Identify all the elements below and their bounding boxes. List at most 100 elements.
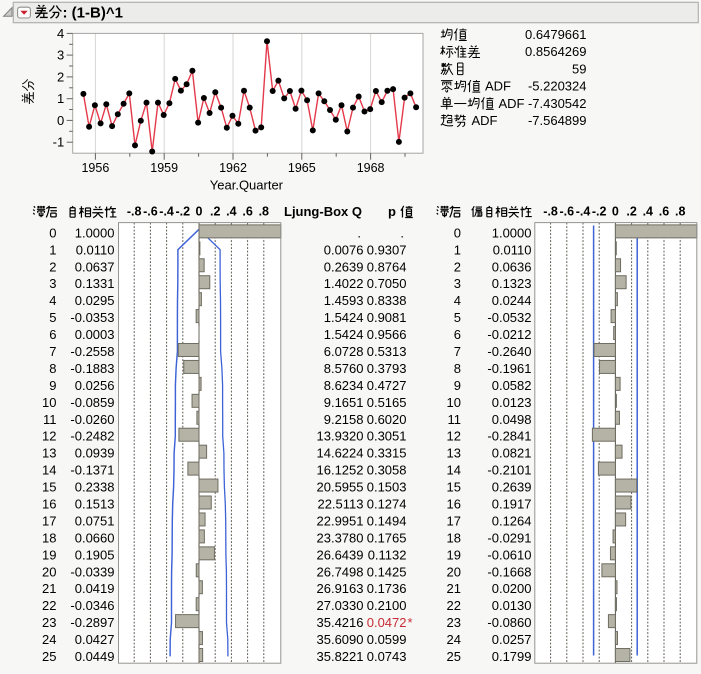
svg-text:-.2: -.2 xyxy=(592,205,607,219)
svg-text:-0.0339: -0.0339 xyxy=(70,564,114,579)
svg-text:8: 8 xyxy=(454,361,461,376)
svg-text:0.8564269: 0.8564269 xyxy=(525,44,586,59)
svg-text:-0.0610: -0.0610 xyxy=(487,547,531,562)
svg-text:23: 23 xyxy=(42,615,56,630)
svg-text:0.1331: 0.1331 xyxy=(75,276,115,291)
svg-text:0.0256: 0.0256 xyxy=(75,378,115,393)
svg-text:-.4: -.4 xyxy=(576,205,591,219)
svg-text:25: 25 xyxy=(447,649,461,664)
svg-text:0.3315: 0.3315 xyxy=(367,446,407,461)
svg-text:11: 11 xyxy=(43,412,57,427)
svg-text:0.0743: 0.0743 xyxy=(367,649,407,664)
svg-text:6.0728: 6.0728 xyxy=(324,344,364,359)
svg-text:0.0449: 0.0449 xyxy=(75,649,115,664)
svg-text:.4: .4 xyxy=(643,205,653,219)
svg-text:-0.2558: -0.2558 xyxy=(70,344,114,359)
svg-text:14: 14 xyxy=(42,463,56,478)
svg-text:5: 5 xyxy=(454,310,461,325)
svg-text:10: 10 xyxy=(42,395,56,410)
svg-text:1962: 1962 xyxy=(219,161,247,175)
svg-text:0.1264: 0.1264 xyxy=(492,514,532,529)
svg-text:35.6090: 35.6090 xyxy=(317,632,364,647)
svg-text:0.0427: 0.0427 xyxy=(75,632,115,647)
svg-text:0.1917: 0.1917 xyxy=(492,497,532,512)
svg-text:4: 4 xyxy=(49,293,56,308)
svg-text:p: p xyxy=(388,204,396,219)
svg-text:0.1736: 0.1736 xyxy=(367,581,407,596)
svg-text:22: 22 xyxy=(42,598,56,613)
svg-text:0.0130: 0.0130 xyxy=(492,598,532,613)
svg-text:.2: .2 xyxy=(626,205,636,219)
svg-text:0.4727: 0.4727 xyxy=(367,378,407,393)
svg-text:.6: .6 xyxy=(242,205,252,219)
svg-text:0.3793: 0.3793 xyxy=(367,361,407,376)
svg-text:13.9320: 13.9320 xyxy=(317,429,364,444)
svg-text:15: 15 xyxy=(447,480,461,495)
svg-text:18: 18 xyxy=(447,530,461,545)
svg-text:1: 1 xyxy=(49,242,56,257)
svg-text:1.5424: 1.5424 xyxy=(324,310,364,325)
svg-text:0.0939: 0.0939 xyxy=(75,446,115,461)
svg-text:6: 6 xyxy=(454,327,461,342)
svg-text:12: 12 xyxy=(447,429,461,444)
svg-text:-0.1371: -0.1371 xyxy=(70,463,114,478)
svg-text:-0.0859: -0.0859 xyxy=(70,395,114,410)
svg-text:-0.0353: -0.0353 xyxy=(70,310,114,325)
svg-text:24: 24 xyxy=(42,632,56,647)
svg-text:2: 2 xyxy=(57,69,64,84)
svg-text:22.5113: 22.5113 xyxy=(317,497,363,512)
svg-text:0.1132: 0.1132 xyxy=(368,547,407,562)
svg-text:0: 0 xyxy=(612,205,619,219)
svg-text:-1: -1 xyxy=(53,135,65,150)
svg-text:0.9566: 0.9566 xyxy=(367,327,407,342)
svg-text:20: 20 xyxy=(447,564,461,579)
svg-text:-.8: -.8 xyxy=(543,205,558,219)
svg-text:0: 0 xyxy=(49,225,56,240)
svg-text:6: 6 xyxy=(49,327,56,342)
svg-text:Ljung-Box Q: Ljung-Box Q xyxy=(284,204,362,219)
svg-text:35.4216: 35.4216 xyxy=(317,615,364,630)
svg-text:9.1651: 9.1651 xyxy=(324,395,364,410)
svg-text:-0.0291: -0.0291 xyxy=(487,530,531,545)
svg-text:59: 59 xyxy=(572,61,586,76)
svg-text:ADF: ADF xyxy=(472,113,498,128)
svg-text:21: 21 xyxy=(447,581,461,596)
svg-text:-0.0346: -0.0346 xyxy=(70,598,114,613)
svg-text:-0.2897: -0.2897 xyxy=(70,615,114,630)
svg-text:0: 0 xyxy=(57,113,64,128)
svg-text:0.2100: 0.2100 xyxy=(367,598,407,613)
svg-text:0.7050: 0.7050 xyxy=(367,276,407,291)
svg-text:-0.1883: -0.1883 xyxy=(70,361,114,376)
svg-text:0.2639: 0.2639 xyxy=(324,259,364,274)
svg-text:0.8338: 0.8338 xyxy=(367,293,407,308)
svg-text:26.6439: 26.6439 xyxy=(317,547,364,562)
svg-text:.8: .8 xyxy=(675,205,685,219)
svg-text:22.9951: 22.9951 xyxy=(317,514,364,529)
svg-text:0.1799: 0.1799 xyxy=(492,649,532,664)
svg-text:0.0295: 0.0295 xyxy=(75,293,115,308)
svg-text:0.0123: 0.0123 xyxy=(492,395,532,410)
svg-text:-.8: -.8 xyxy=(127,205,142,219)
svg-text:16: 16 xyxy=(447,497,461,512)
svg-text:0.0076: 0.0076 xyxy=(324,242,364,257)
svg-text:14.6224: 14.6224 xyxy=(317,446,364,461)
svg-text:1965: 1965 xyxy=(288,161,316,175)
svg-text:21: 21 xyxy=(42,581,56,596)
svg-text:.8: .8 xyxy=(259,205,269,219)
svg-text:0.6479661: 0.6479661 xyxy=(525,27,586,42)
svg-text:8.6234: 8.6234 xyxy=(324,378,364,393)
svg-text:.: . xyxy=(357,225,361,240)
svg-text:0.1323: 0.1323 xyxy=(492,276,532,291)
svg-text:0.0419: 0.0419 xyxy=(75,581,115,596)
svg-text:0.1274: 0.1274 xyxy=(367,497,407,512)
svg-text:20: 20 xyxy=(42,564,56,579)
svg-text:2: 2 xyxy=(49,259,56,274)
svg-text:17: 17 xyxy=(42,514,56,529)
svg-text:0: 0 xyxy=(196,205,203,219)
svg-text:-5.220324: -5.220324 xyxy=(528,79,587,94)
svg-text:.4: .4 xyxy=(226,205,236,219)
svg-text:7: 7 xyxy=(49,344,56,359)
svg-text:23.3780: 23.3780 xyxy=(317,530,364,545)
svg-text:0.0637: 0.0637 xyxy=(75,259,115,274)
svg-text:-0.2101: -0.2101 xyxy=(487,463,531,478)
